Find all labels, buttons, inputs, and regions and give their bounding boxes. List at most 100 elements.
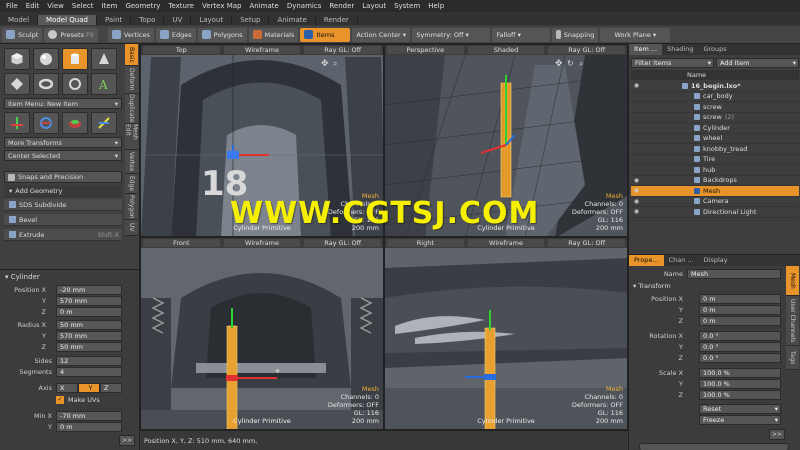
prop-position-z-field[interactable]: 0 m <box>699 316 781 326</box>
work-plane-dropdown[interactable]: Work Plane ▾ <box>600 27 671 42</box>
menu-geometry[interactable]: Geometry <box>121 2 164 10</box>
zoom-icon[interactable]: ⌕ <box>333 59 337 69</box>
item-tree-row[interactable]: screw <box>631 102 799 113</box>
tool-tab-polygon[interactable]: Polygon <box>125 194 138 220</box>
move-view-icon[interactable]: ✥ <box>555 59 563 69</box>
tab-shading[interactable]: Shading <box>662 44 698 55</box>
item-tree-row[interactable]: ◉ Camera <box>631 197 799 207</box>
side-tab-user-channels[interactable]: User Channels <box>786 296 799 346</box>
item-tree-row[interactable]: ◉ 16_begin.lxo* <box>631 81 799 92</box>
tool-tab-deform[interactable]: Deform <box>125 66 138 94</box>
visibility-eye-icon[interactable] <box>631 155 642 164</box>
tool-tab-mesh-edit[interactable]: Mesh Edit <box>125 124 139 150</box>
position-z-field[interactable]: 0 m <box>56 307 122 317</box>
items-button[interactable]: Items <box>300 27 351 42</box>
layout-tab-animate[interactable]: Animate <box>269 15 316 25</box>
visibility-eye-icon[interactable]: ◉ <box>631 81 642 90</box>
text-primitive-button[interactable]: A <box>91 73 117 95</box>
viewport-view-dropdown[interactable]: Perspective <box>387 46 464 54</box>
item-tree-row[interactable]: Tire <box>631 155 799 165</box>
add-item-dropdown[interactable]: Add Item ▾ <box>716 58 799 68</box>
visibility-eye-icon[interactable]: ◉ <box>631 176 642 185</box>
visibility-eye-icon[interactable]: ◉ <box>631 197 642 206</box>
prop-scale-y-field[interactable]: 100.0 % <box>699 379 781 389</box>
command-input[interactable] <box>639 443 789 450</box>
visibility-eye-icon[interactable]: ◉ <box>631 186 642 195</box>
falloff-dropdown[interactable]: Falloff ▾ <box>492 27 551 42</box>
materials-button[interactable]: Materials <box>248 27 299 42</box>
tab-item-list[interactable]: Item ... <box>629 44 663 55</box>
sds-subdivide-button[interactable]: SDS Subdivide <box>4 199 122 211</box>
menu-layout[interactable]: Layout <box>358 2 390 10</box>
item-name-field[interactable]: Mesh <box>687 269 781 279</box>
visibility-eye-icon[interactable] <box>631 165 642 174</box>
reset-dropdown[interactable]: Reset ▾ <box>699 404 781 414</box>
tool-tab-vertex[interactable]: Vertex <box>125 150 138 174</box>
item-tree-row[interactable]: hub <box>631 165 799 176</box>
cone-button[interactable] <box>91 48 117 70</box>
sculpt-button[interactable]: Sculpt <box>2 27 43 42</box>
edges-button[interactable]: Edges <box>155 27 196 42</box>
tab-channels[interactable]: Chan ... <box>664 255 699 266</box>
layout-tab-uv[interactable]: UV <box>164 15 192 25</box>
sphere-button[interactable] <box>33 48 59 70</box>
viewport-shading-dropdown[interactable]: Wireframe <box>223 46 301 54</box>
prop-rotation-y-field[interactable]: 0.0 ° <box>699 342 781 352</box>
symmetry-dropdown[interactable]: Symmetry: Off ▾ <box>412 27 491 42</box>
tool-tab-uv[interactable]: UV <box>125 220 138 236</box>
bevel-button[interactable]: Bevel <box>4 214 122 226</box>
tab-groups[interactable]: Groups <box>698 44 731 55</box>
scale-button[interactable] <box>62 112 88 134</box>
cube-button[interactable] <box>4 48 30 70</box>
menu-edit[interactable]: Edit <box>22 2 44 10</box>
viewport-view-dropdown[interactable]: Top <box>143 46 220 54</box>
capsule-button[interactable] <box>4 73 30 95</box>
prop-rotation-x-field[interactable]: 0.0 ° <box>699 331 781 341</box>
sides-field[interactable]: 12 <box>56 356 122 366</box>
viewport-shading-dropdown[interactable]: Shaded <box>467 46 545 54</box>
prop-scale-z-field[interactable]: 100.0 % <box>699 390 781 400</box>
item-menu-dropdown[interactable]: Item Menu: New Item ▾ <box>4 98 122 109</box>
move-view-icon[interactable]: ✥ <box>321 59 329 69</box>
torus-button[interactable] <box>33 73 59 95</box>
viewport-front[interactable]: Front Wireframe Ray GL: Off Cylinder Pri… <box>140 237 384 430</box>
item-tree-row[interactable]: ◉ Directional Light <box>631 207 799 218</box>
axis-z-button[interactable]: Z <box>100 383 122 393</box>
axis-x-button[interactable]: X <box>56 383 78 393</box>
viewport-raygl-toggle[interactable]: Ray GL: Off <box>548 239 626 247</box>
layout-tab-model-quad[interactable]: Model Quad <box>38 15 97 25</box>
vertices-button[interactable]: Vertices <box>107 27 154 42</box>
menu-item[interactable]: Item <box>98 2 122 10</box>
transform-header[interactable]: ▾ Transform <box>633 282 671 290</box>
presets-button[interactable]: Presets F6 <box>44 27 98 42</box>
prop-rotation-z-field[interactable]: 0.0 ° <box>699 353 781 363</box>
axis-y-button[interactable]: Y <box>78 383 100 393</box>
menu-texture[interactable]: Texture <box>164 2 198 10</box>
layout-tab-render[interactable]: Render <box>316 15 358 25</box>
layout-tab-setup[interactable]: Setup <box>232 15 270 25</box>
extrude-button[interactable]: Extrude Shift-X <box>4 229 122 241</box>
layout-tab-layout[interactable]: Layout <box>191 15 233 25</box>
radius-y-field[interactable]: 570 mm <box>56 331 122 341</box>
item-tree-row[interactable]: screw (2) <box>631 113 799 123</box>
rotate-view-icon[interactable]: ↻ <box>567 59 574 68</box>
more-transforms-dropdown[interactable]: More Transforms ▾ <box>4 137 122 148</box>
viewport-right[interactable]: Right Wireframe Ray GL: Off Cylinder Pri… <box>384 237 628 430</box>
make-uvs-checkbox[interactable]: ✓ Make UVs <box>56 396 100 404</box>
layout-tab-topo[interactable]: Topo <box>131 15 165 25</box>
polygons-button[interactable]: Polygons <box>197 27 247 42</box>
menu-animate[interactable]: Animate <box>245 2 282 10</box>
radius-z-field[interactable]: 50 mm <box>56 342 122 352</box>
layout-tab-model[interactable]: Model <box>0 15 39 25</box>
tool-tab-basic[interactable]: Basic <box>125 44 138 66</box>
item-tree-row[interactable]: wheel <box>631 134 799 144</box>
visibility-eye-icon[interactable] <box>631 92 642 101</box>
viewport-shading-dropdown[interactable]: Wireframe <box>223 239 301 247</box>
transform-button[interactable] <box>91 112 117 134</box>
freeze-dropdown[interactable]: Freeze ▾ <box>699 415 781 425</box>
side-tab-tags[interactable]: Tags <box>786 346 799 370</box>
expand-button[interactable]: >> <box>119 435 135 446</box>
center-selected-dropdown[interactable]: Center Selected ▾ <box>4 150 122 161</box>
layout-tab-paint[interactable]: Paint <box>97 15 132 25</box>
position-y-field[interactable]: 570 mm <box>56 296 122 306</box>
